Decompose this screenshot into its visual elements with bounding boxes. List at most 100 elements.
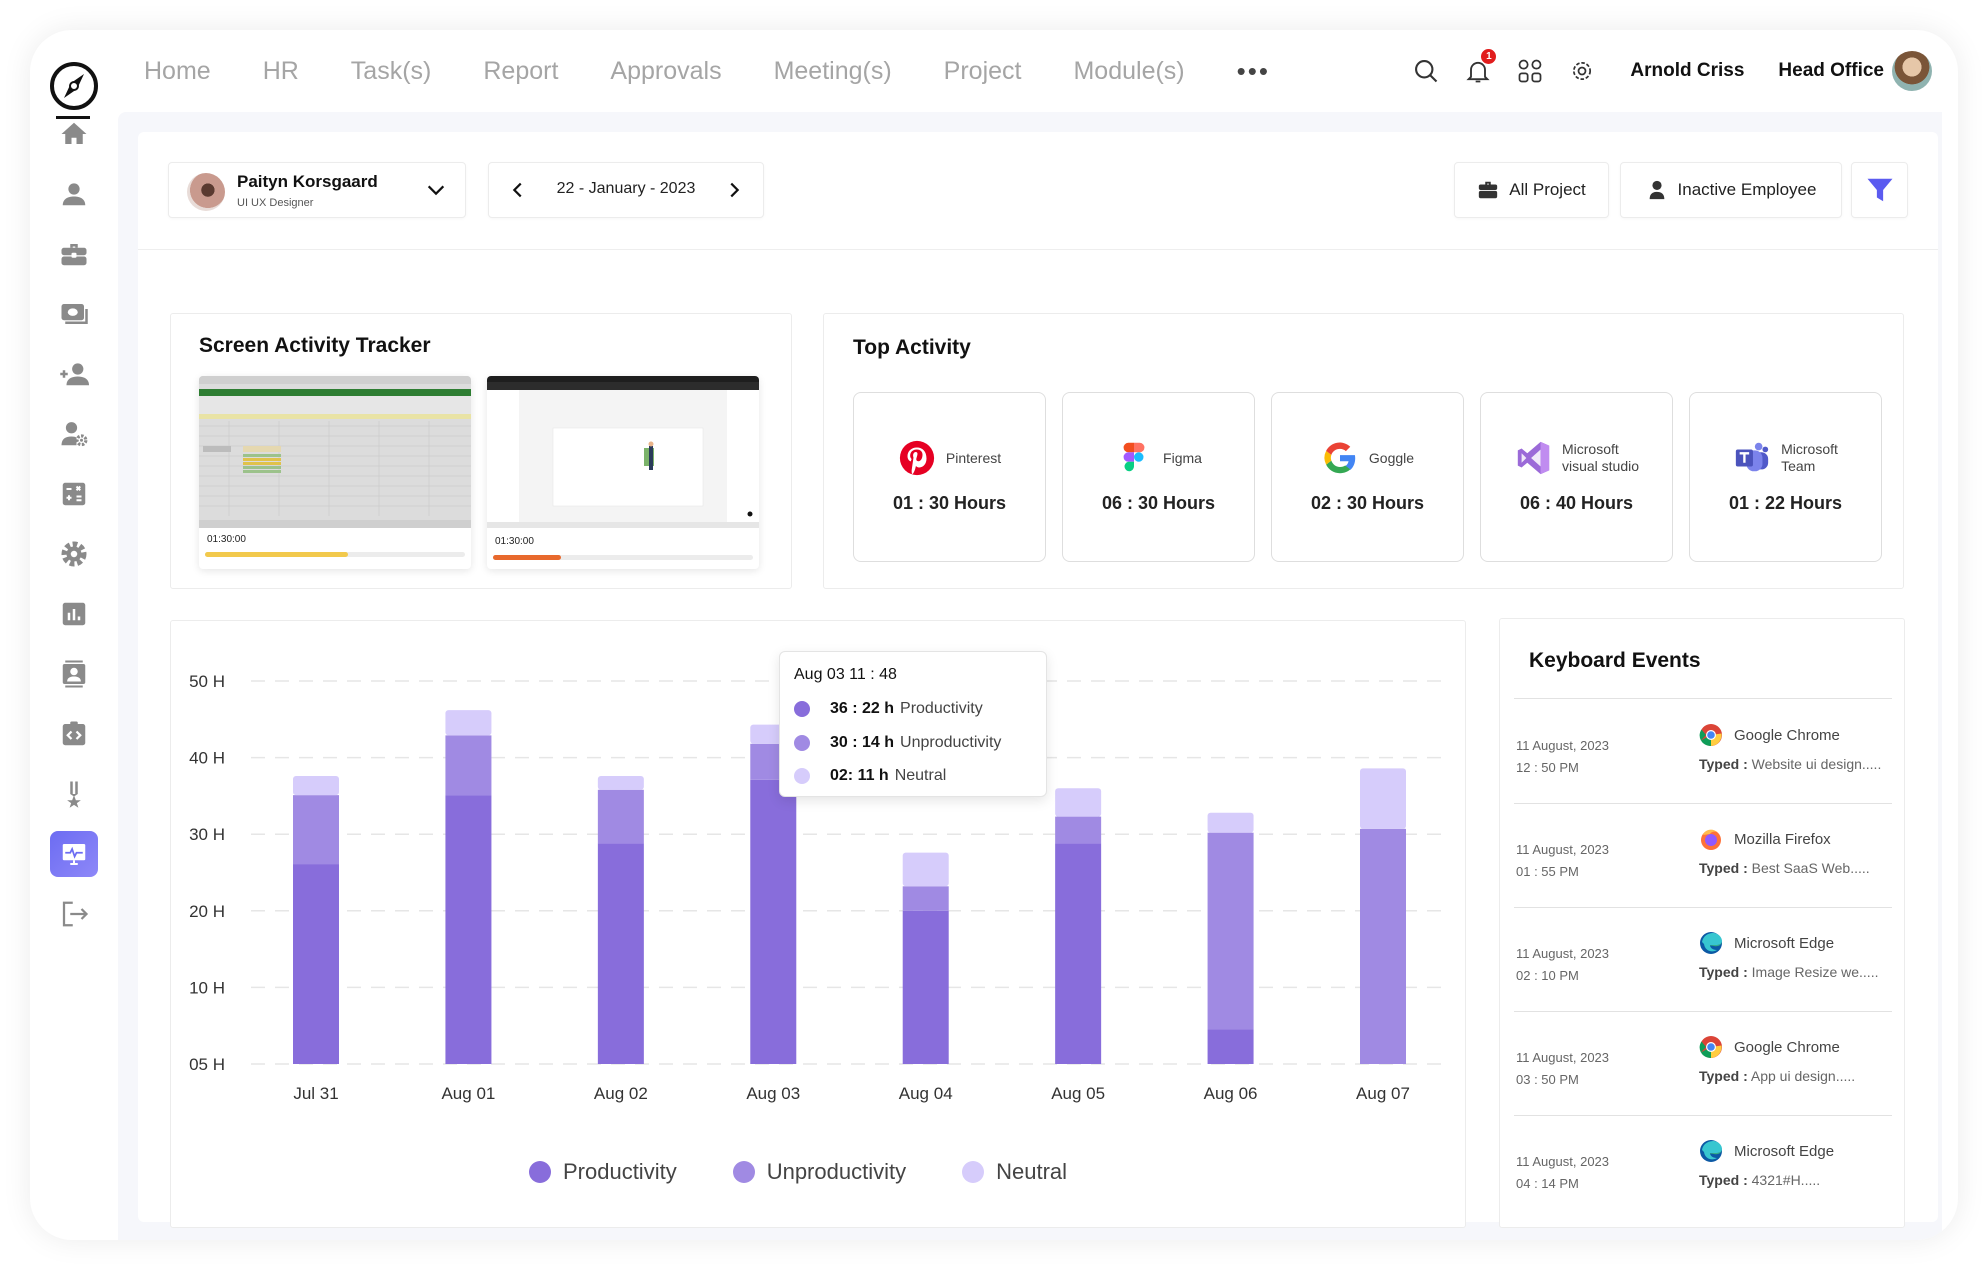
legend-item-neutral[interactable]: Neutral: [962, 1159, 1067, 1185]
more-menu-button[interactable]: •••: [1237, 56, 1270, 87]
money-icon: [61, 304, 88, 324]
bar-segment-productivity[interactable]: [902, 910, 949, 1064]
sidebar-item-projects[interactable]: [52, 232, 96, 276]
sidebar-item-developer[interactable]: [52, 712, 96, 756]
bar-segment-neutral[interactable]: [1055, 788, 1102, 817]
app-name: Microsoft visual studio: [1562, 441, 1639, 475]
app-activity-card[interactable]: Microsoft visual studio 06 : 40 Hours: [1480, 392, 1673, 562]
keyboard-event-row[interactable]: 11 August, 2023 04 : 14 PM Microsoft Edge T…: [1500, 1115, 1904, 1219]
legend-item-productivity[interactable]: Productivity: [528, 1159, 677, 1185]
nav-approvals[interactable]: Approvals: [610, 57, 721, 86]
sidebar-item-user-settings[interactable]: [52, 412, 96, 456]
bar-segment-unproductivity[interactable]: [1360, 828, 1406, 1064]
typed-label: Typed :: [1699, 1068, 1748, 1084]
bar-segment-neutral[interactable]: [1207, 812, 1254, 833]
sidebar-item-calculator[interactable]: [52, 472, 96, 516]
office-selector[interactable]: Head Office: [1778, 60, 1884, 82]
sidebar-item-home[interactable]: [52, 112, 96, 156]
event-date: 11 August, 2023: [1516, 1154, 1610, 1169]
bar-segment-unproductivity[interactable]: [902, 886, 949, 911]
sidebar-item-reports[interactable]: [52, 592, 96, 636]
employee-select[interactable]: Paityn Korsgaard UI UX Designer: [168, 162, 466, 218]
unproductivity-dot: [794, 735, 810, 751]
bar-segment-productivity[interactable]: [1207, 1029, 1254, 1064]
legend-label: Unproductivity: [766, 1159, 907, 1184]
employee-avatar: [187, 173, 225, 211]
date-label[interactable]: 22 - January - 2023: [489, 180, 763, 198]
keyboard-event-row[interactable]: 11 August, 2023 03 : 50 PM Google Chrome Ty…: [1500, 1011, 1904, 1115]
bar-segment-unproductivity[interactable]: [1207, 832, 1254, 1030]
x-tick-label: Aug 04: [899, 1084, 953, 1103]
bar-segment-productivity[interactable]: [597, 843, 644, 1064]
sidebar-item-activity-monitor[interactable]: [50, 831, 98, 877]
event-time: 04 : 14 PM: [1516, 1176, 1579, 1191]
apps-grid-icon[interactable]: [1516, 57, 1544, 85]
bar-segment-unproductivity[interactable]: [1055, 816, 1102, 844]
search-icon[interactable]: [1412, 57, 1440, 85]
screenshot-thumbnail[interactable]: 01:30:00: [199, 376, 471, 569]
filter-button[interactable]: [1851, 162, 1908, 218]
visual-studio-icon: [1517, 441, 1550, 475]
app-activity-card[interactable]: Microsoft Team 01 : 22 Hours: [1689, 392, 1882, 562]
all-project-button[interactable]: All Project: [1454, 162, 1609, 218]
bar-segment-unproductivity[interactable]: [597, 789, 644, 844]
legend-dot: [528, 1161, 551, 1183]
chrome-icon: [1699, 724, 1722, 747]
nav-hr[interactable]: HR: [263, 57, 299, 86]
app-activity-card[interactable]: Pinterest 01 : 30 Hours: [853, 392, 1046, 562]
app-activity-card[interactable]: Goggle 02 : 30 Hours: [1271, 392, 1464, 562]
nav-project[interactable]: Project: [944, 57, 1022, 86]
sidebar-item-payroll[interactable]: [52, 292, 96, 336]
typed-text: Best SaaS Web.....: [1751, 860, 1870, 876]
y-tick-label: 40 H: [189, 749, 225, 768]
nav-home[interactable]: Home: [144, 57, 211, 86]
nav-right-tools: 1 Arnold Criss Head Office: [1388, 30, 1932, 112]
sidebar-item-contacts[interactable]: [52, 652, 96, 696]
app-name-line2: visual studio: [1561, 458, 1640, 474]
tooltip-value: 02: 11 h: [830, 767, 889, 784]
keyboard-event-row[interactable]: 11 August, 2023 01 : 55 PM Mozilla Firefox…: [1500, 803, 1904, 907]
sidebar-item-awards[interactable]: [52, 772, 96, 816]
inactive-employee-button[interactable]: Inactive Employee: [1620, 162, 1842, 218]
nav-modules[interactable]: Module(s): [1073, 57, 1184, 86]
nav-report[interactable]: Report: [483, 57, 558, 86]
productivity-dot: [794, 701, 810, 717]
settings-gear-icon[interactable]: [1568, 57, 1596, 85]
x-tick-label: Aug 06: [1204, 1084, 1258, 1103]
keyboard-event-row[interactable]: 11 August, 2023 02 : 10 PM Microsoft Edge T…: [1500, 907, 1904, 1011]
tooltip-value: 30 : 14 h: [830, 734, 895, 751]
funnel-icon: [1867, 178, 1892, 202]
bar-segment-productivity[interactable]: [445, 795, 492, 1064]
app-activity-card[interactable]: Figma 06 : 30 Hours: [1062, 392, 1255, 562]
bar-segment-neutral[interactable]: [293, 775, 339, 796]
notifications-button[interactable]: 1: [1464, 49, 1497, 85]
x-tick-label: Aug 03: [746, 1084, 800, 1103]
screenshot-thumbnail[interactable]: 01:30:00: [487, 376, 759, 569]
nav-tasks[interactable]: Task(s): [351, 57, 432, 86]
sidebar-item-logout[interactable]: [52, 892, 96, 936]
chevron-right-icon[interactable]: [723, 179, 745, 201]
sidebar-item-add-user[interactable]: [52, 352, 96, 396]
spreadsheet-screenshot-image: [199, 376, 471, 528]
bar-segment-neutral[interactable]: [445, 710, 492, 736]
sidebar-item-employee[interactable]: [52, 172, 96, 216]
sidebar-item-settings[interactable]: [52, 532, 96, 576]
bar-segment-productivity[interactable]: [750, 779, 797, 1064]
bar-segment-neutral[interactable]: [902, 852, 949, 887]
legend-item-unproductivity[interactable]: Unproductivity: [732, 1159, 907, 1185]
bar-segment-neutral[interactable]: [597, 775, 644, 790]
compass-logo-icon[interactable]: [48, 60, 100, 112]
bar-segment-neutral[interactable]: [1360, 768, 1406, 829]
bar-segment-productivity[interactable]: [293, 864, 339, 1064]
bar-segment-productivity[interactable]: [1055, 843, 1102, 1064]
typed-label: Typed :: [1699, 860, 1748, 876]
current-user-name[interactable]: Arnold Criss: [1630, 60, 1744, 82]
bar-segment-unproductivity[interactable]: [293, 795, 339, 865]
bar-segment-unproductivity[interactable]: [445, 735, 492, 796]
keyboard-event-row[interactable]: 11 August, 2023 12 : 50 PM Google Chrome Ty…: [1500, 699, 1904, 803]
edge-icon: [1700, 1140, 1722, 1162]
legend-label: Neutral: [996, 1159, 1068, 1184]
user-avatar[interactable]: [1892, 51, 1932, 91]
nav-meetings[interactable]: Meeting(s): [774, 57, 892, 86]
calculator-icon: [62, 482, 86, 506]
